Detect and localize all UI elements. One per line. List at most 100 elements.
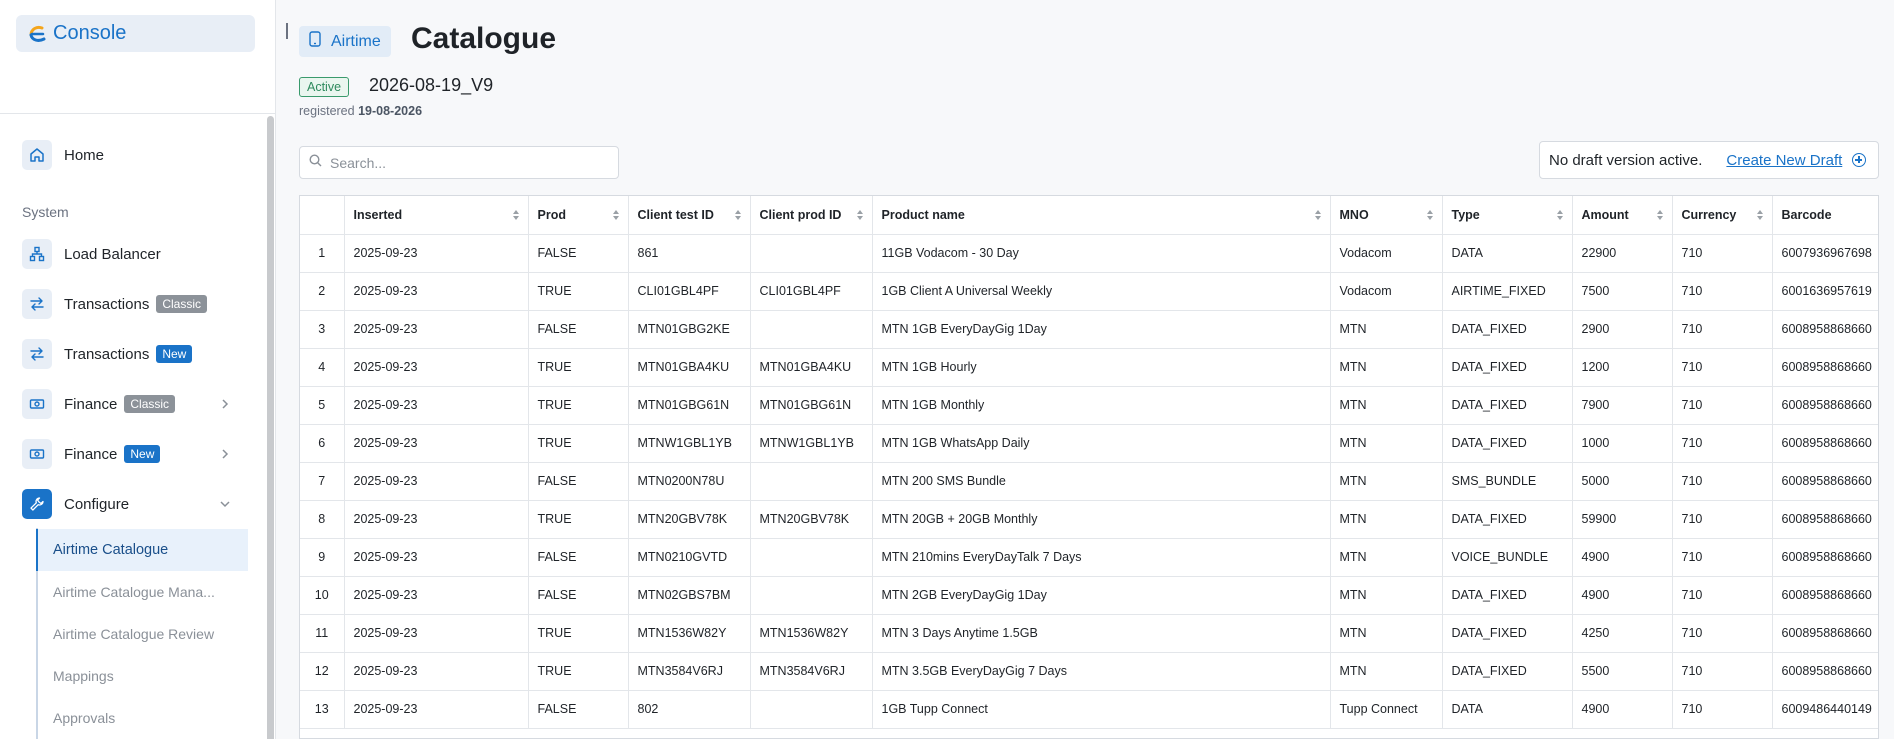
table-cell: 6007936967698 — [1772, 234, 1878, 273]
sidebar-item-transactions-classic[interactable]: Transactions Classic — [22, 289, 207, 319]
search-box[interactable] — [299, 146, 619, 179]
table-row[interactable]: 8 2025-09-23 TRUE MTN20GBV78K MTN20GBV78K MTN… — [300, 500, 1878, 539]
sort-icon[interactable] — [1314, 210, 1321, 220]
sidebar-item-finance-classic[interactable]: Finance Classic — [22, 389, 176, 419]
column-header-barcode[interactable]: Barcode — [1772, 196, 1878, 235]
table-cell: DATA_FIXED — [1442, 614, 1573, 653]
table-cell: MTN — [1330, 652, 1443, 691]
chevron-right-icon[interactable] — [219, 448, 231, 460]
column-header-amount[interactable]: Amount — [1572, 196, 1673, 235]
logo[interactable]: Console — [16, 15, 255, 52]
sort-icon[interactable] — [734, 210, 741, 220]
sort-icon[interactable] — [612, 210, 619, 220]
table-cell: TRUE — [528, 424, 629, 463]
create-new-draft-link[interactable]: Create New Draft — [1726, 152, 1842, 169]
table-cell: DATA_FIXED — [1442, 310, 1573, 349]
page-title: Catalogue — [411, 22, 557, 55]
column-header-client-test-id[interactable]: Client test ID — [628, 196, 751, 235]
column-header-currency[interactable]: Currency — [1672, 196, 1773, 235]
table-cell: 710 — [1672, 500, 1773, 539]
table-cell: DATA_FIXED — [1442, 652, 1573, 691]
table-cell: 7900 — [1572, 386, 1673, 425]
table-cell: 2025-09-23 — [344, 690, 529, 729]
column-header-type[interactable]: Type — [1442, 196, 1573, 235]
sidebar-subitem-mappings[interactable]: Mappings — [36, 655, 248, 697]
table-cell: 2025-09-23 — [344, 614, 529, 653]
column-header-prod[interactable]: Prod — [528, 196, 629, 235]
table-cell: MTN 1GB EveryDayGig 1Day — [872, 310, 1331, 349]
table-row[interactable]: 10 2025-09-23 FALSE MTN02GBS7BM MTN 2GB Ever… — [300, 576, 1878, 615]
table-cell — [750, 234, 873, 273]
table-cell: 5500 — [1572, 652, 1673, 691]
table-row[interactable]: 11 2025-09-23 TRUE MTN1536W82Y MTN1536W82Y MT… — [300, 614, 1878, 653]
sidebar-item-finance-new[interactable]: Finance New — [22, 439, 161, 469]
airtime-chip: Airtime — [299, 26, 391, 57]
table-cell: MTN — [1330, 614, 1443, 653]
table-cell: AIRTIME_FIXED — [1442, 272, 1573, 311]
table-row[interactable]: 6 2025-09-23 TRUE MTNW1GBL1YB MTNW1GBL1YB MTN… — [300, 424, 1878, 463]
new-badge: New — [124, 445, 161, 463]
table-cell: MTN — [1330, 424, 1443, 463]
sort-icon[interactable] — [1426, 210, 1433, 220]
search-input[interactable] — [330, 154, 600, 171]
table-row[interactable]: 2 2025-09-23 TRUE CLI01GBL4PF CLI01GBL4PF 1GB… — [300, 272, 1878, 311]
table-cell: 710 — [1672, 614, 1773, 653]
sidebar-subitem-approvals[interactable]: Approvals — [36, 697, 248, 739]
column-header-product-name[interactable]: Product name — [872, 196, 1331, 235]
search-icon — [309, 153, 322, 172]
column-header-inserted[interactable]: Inserted — [344, 196, 529, 235]
table-cell: 6008958868660 — [1772, 310, 1878, 349]
table-cell: 6008958868660 — [1772, 538, 1878, 577]
banknote-icon — [22, 389, 52, 419]
sidebar-item-load-balancer[interactable]: Load Balancer — [22, 239, 161, 269]
table-row[interactable]: 13 2025-09-23 FALSE 802 1GB Tupp Connect Tupp… — [300, 690, 1878, 729]
chip-label: Airtime — [331, 32, 381, 50]
chevron-right-icon[interactable] — [219, 398, 231, 410]
table-cell: 9 — [300, 538, 345, 577]
table-row[interactable]: 5 2025-09-23 TRUE MTN01GBG61N MTN01GBG61N MTN… — [300, 386, 1878, 425]
draft-status-panel: No draft version active. Create New Draf… — [1539, 141, 1879, 179]
table-row[interactable]: 1 2025-09-23 FALSE 861 11GB Vodacom - 30 Day… — [300, 234, 1878, 273]
table-cell: 6001636957619 — [1772, 272, 1878, 311]
sidebar-scrollbar[interactable] — [267, 116, 274, 739]
table-cell: 7 — [300, 462, 345, 501]
table-cell: MTN 1GB Hourly — [872, 348, 1331, 387]
column-header-label: Amount — [1581, 207, 1629, 222]
table-row[interactable]: 3 2025-09-23 FALSE MTN01GBG2KE MTN 1GB Every… — [300, 310, 1878, 349]
table-cell: 2 — [300, 272, 345, 311]
sidebar-collapse-handle[interactable] — [286, 23, 288, 39]
chevron-down-icon[interactable] — [219, 498, 231, 510]
table-cell: 5 — [300, 386, 345, 425]
table-row[interactable]: 7 2025-09-23 FALSE MTN0200N78U MTN 200 SMS B… — [300, 462, 1878, 501]
table-cell: MTN20GBV78K — [750, 500, 873, 539]
sidebar-item-configure[interactable]: Configure — [22, 489, 129, 519]
sidebar-item-label: Finance — [64, 445, 118, 463]
network-icon — [22, 239, 52, 269]
table-cell: 6008958868660 — [1772, 386, 1878, 425]
table-cell — [750, 310, 873, 349]
table-cell: 22900 — [1572, 234, 1673, 273]
sidebar-subitem-airtime-catalogue-review[interactable]: Airtime Catalogue Review — [36, 613, 248, 655]
sidebar-item-home[interactable]: Home — [22, 140, 104, 170]
sort-icon[interactable] — [512, 210, 519, 220]
sort-icon[interactable] — [1756, 210, 1763, 220]
sidebar-item-transactions-new[interactable]: Transactions New — [22, 339, 193, 369]
table-cell: 710 — [1672, 272, 1773, 311]
table-cell: MTN1536W82Y — [628, 614, 751, 653]
table-row[interactable]: 9 2025-09-23 FALSE MTN0210GVTD MTN 210mins E… — [300, 538, 1878, 577]
sidebar-subitem-airtime-catalogue[interactable]: Airtime Catalogue — [36, 529, 248, 571]
column-header-label: Barcode — [1781, 207, 1832, 222]
table-cell: MTN01GBG61N — [628, 386, 751, 425]
classic-badge: Classic — [156, 295, 207, 313]
table-cell: 2025-09-23 — [344, 348, 529, 387]
sort-icon[interactable] — [1656, 210, 1663, 220]
column-header-mno[interactable]: MNO — [1330, 196, 1443, 235]
sidebar-subitem-airtime-catalogue-management[interactable]: Airtime Catalogue Mana... — [36, 571, 248, 613]
column-header-client-prod-id[interactable]: Client prod ID — [750, 196, 873, 235]
table-header-row: Inserted Prod Client test ID Client prod ID… — [300, 196, 1878, 235]
sort-icon[interactable] — [1556, 210, 1563, 220]
table-row[interactable]: 12 2025-09-23 TRUE MTN3584V6RJ MTN3584V6RJ MT… — [300, 652, 1878, 691]
table-row[interactable]: 4 2025-09-23 TRUE MTN01GBA4KU MTN01GBA4KU MTN… — [300, 348, 1878, 387]
plus-circle-icon[interactable] — [1852, 153, 1867, 167]
sort-icon[interactable] — [856, 210, 863, 220]
